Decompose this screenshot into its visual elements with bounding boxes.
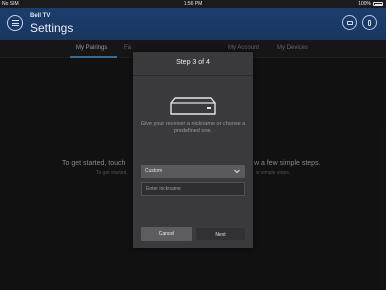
cancel-button[interactable]: Cancel [141,227,192,241]
status-bar: No SIM 1:56 PM 100% [0,0,386,8]
next-button[interactable]: Next [195,227,246,241]
nickname-select-value: Custom [145,168,163,174]
pairing-dialog: Step 3 of 4 Give your receiver a nicknam… [133,52,253,248]
receiver-icon [170,97,216,115]
dialog-title: Step 3 of 4 [176,59,210,66]
battery-icon [373,2,383,6]
hamburger-icon [11,20,19,22]
tv-button[interactable] [342,15,357,30]
battery-percent: 100% [358,1,371,7]
remote-button[interactable] [362,15,377,30]
status-right: 100% [358,0,383,8]
remote-icon [368,19,371,26]
dialog-header: Step 3 of 4 [133,52,253,76]
hamburger-icon-line [11,24,19,26]
dialog-description: Give your receiver a nickname or choose … [140,121,246,134]
page-title: Settings [30,21,74,35]
tv-icon [346,20,353,25]
app-header: Bell TV Settings [0,8,386,40]
chevron-down-icon [234,169,240,174]
hamburger-icon-line [11,22,19,24]
brand-label: Bell TV [30,13,51,19]
nickname-input[interactable] [141,182,245,196]
menu-button[interactable] [7,15,23,31]
nickname-select[interactable]: Custom [141,165,245,178]
clock: 1:56 PM [183,1,203,7]
